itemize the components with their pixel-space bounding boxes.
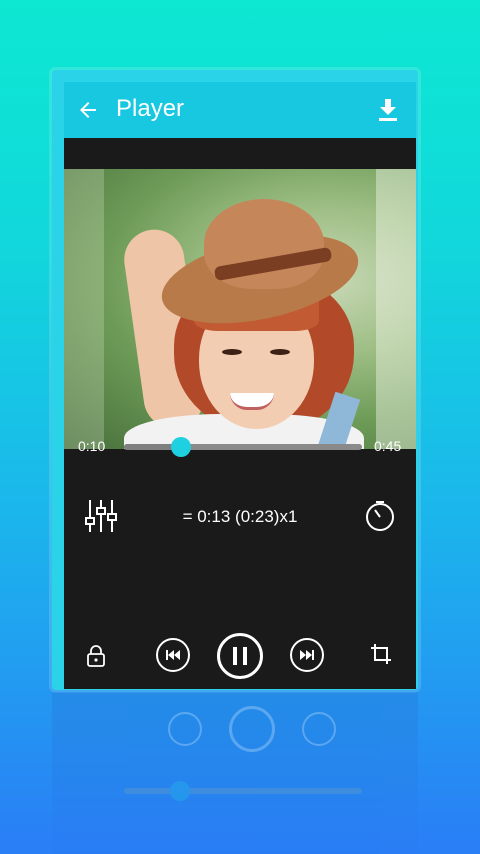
pause-button[interactable] [217,633,263,679]
crop-icon[interactable] [370,643,392,665]
timer-icon[interactable] [364,500,396,532]
current-time: 0:10 [78,438,106,454]
download-icon[interactable] [376,97,400,123]
arrow-left-icon[interactable] [76,98,100,122]
skip-next-icon [300,650,314,660]
app-bar: Player [64,82,416,138]
total-time: 0:45 [374,438,402,454]
previous-button[interactable] [156,638,190,672]
next-button[interactable] [290,638,324,672]
skip-previous-icon [166,650,180,660]
seek-bar[interactable] [124,437,362,457]
page-title: Player [116,95,185,122]
playback-info-row: = 0:13 (0:23)x1 [64,498,416,538]
player-area: = 0:13 (0:23)x1 [64,138,416,689]
reflection [52,692,418,854]
seek-thumb[interactable] [171,437,192,457]
lock-icon[interactable] [86,645,106,667]
pause-icon [233,647,247,665]
video-frame[interactable] [64,169,416,449]
playback-controls [64,633,416,679]
